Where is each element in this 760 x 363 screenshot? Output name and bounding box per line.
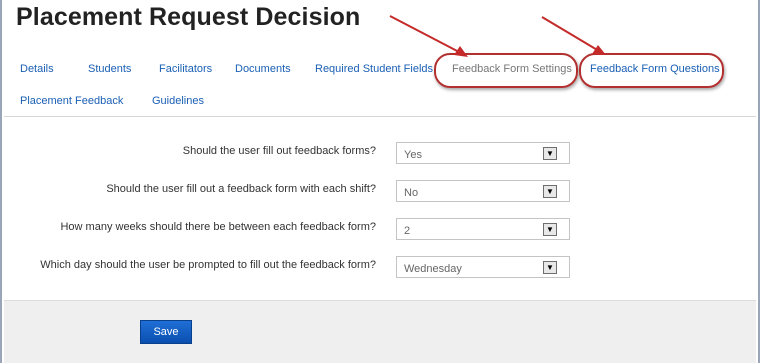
chevron-down-icon[interactable]: ▼ (543, 223, 557, 236)
red-arrow-icon (389, 15, 468, 57)
save-button[interactable]: Save (140, 320, 192, 344)
select-value: Wednesday (404, 263, 462, 275)
feedback-forms-select[interactable]: Yes ▼ (396, 142, 570, 164)
chevron-down-icon[interactable]: ▼ (543, 261, 557, 274)
window-frame: Placement Request Decision Details Stude… (0, 0, 760, 363)
question-label: How many weeks should there be between e… (60, 221, 376, 233)
select-value: 2 (404, 225, 411, 237)
prompt-day-select[interactable]: Wednesday ▼ (396, 256, 570, 278)
question-label: Should the user fill out a feedback form… (106, 183, 376, 195)
feedback-each-shift-select[interactable]: No ▼ (396, 180, 570, 202)
chevron-down-icon[interactable]: ▼ (543, 185, 557, 198)
red-arrow-icon (541, 16, 606, 55)
form-footer (4, 300, 756, 363)
question-label: Should the user fill out feedback forms? (182, 145, 376, 157)
select-value: Yes (404, 149, 422, 161)
select-value: No (404, 187, 419, 199)
question-label: Which day should the user be prompted to… (40, 259, 376, 271)
chevron-down-icon[interactable]: ▼ (543, 147, 557, 160)
weeks-between-forms-select[interactable]: 2 ▼ (396, 218, 570, 240)
